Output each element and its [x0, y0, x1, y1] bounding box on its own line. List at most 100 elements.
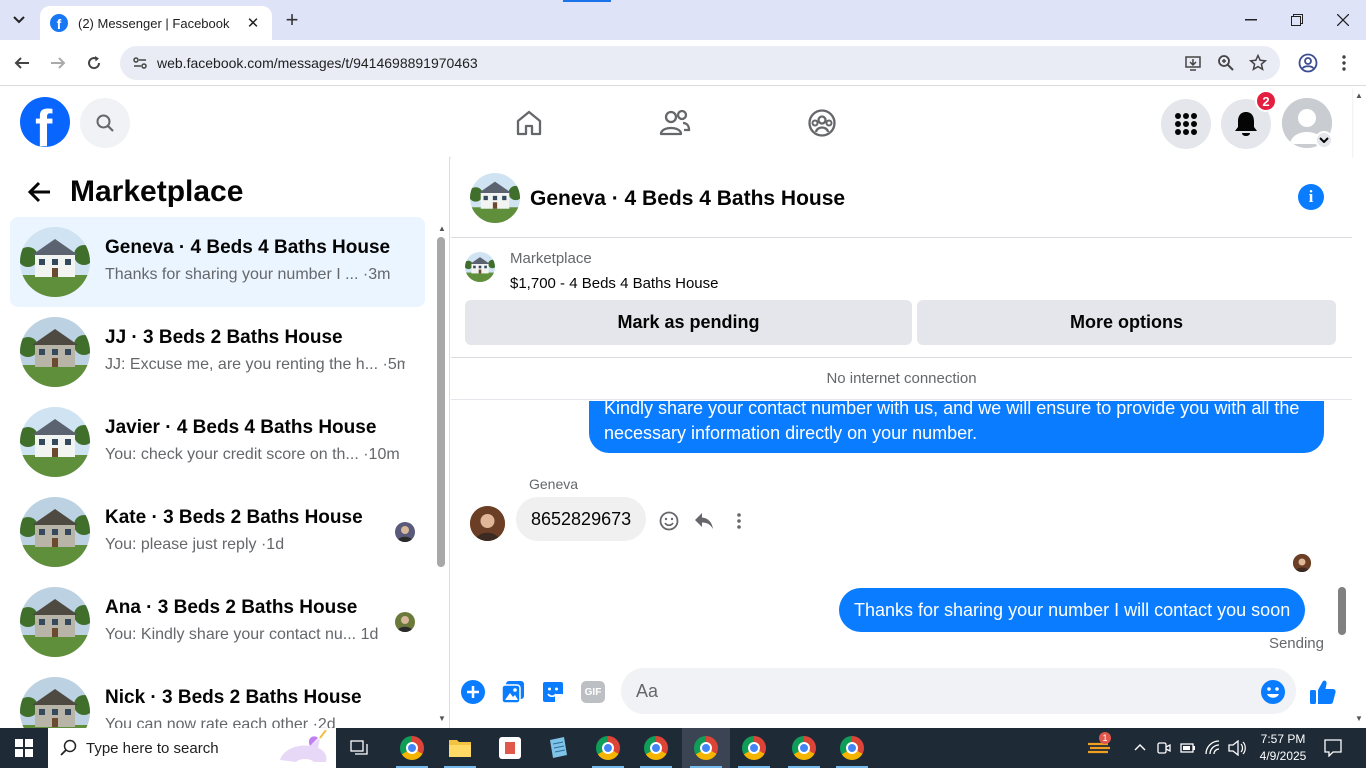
- taskbar-chrome-7[interactable]: [828, 728, 876, 768]
- groups-icon: [808, 109, 836, 137]
- unicorn-icon: [280, 730, 327, 762]
- chrome-icon: [644, 736, 668, 760]
- preview-time: ·1d: [260, 536, 285, 553]
- taskbar-chrome-1[interactable]: [388, 728, 436, 768]
- account-chevron[interactable]: [1315, 131, 1333, 149]
- taskbar-chrome-6[interactable]: [780, 728, 828, 768]
- battery-icon[interactable]: [1180, 741, 1196, 755]
- page-scroll-down-arrow[interactable]: ▼: [1354, 713, 1364, 723]
- taskbar-app-red[interactable]: [486, 728, 534, 768]
- tab-drag-indicator: [563, 0, 611, 2]
- facebook-logo[interactable]: f: [20, 97, 70, 147]
- message-thread: Kindly share your contact number with us…: [451, 401, 1352, 663]
- tab-search-button[interactable]: [6, 8, 32, 32]
- outgoing-message[interactable]: Thanks for sharing your number I will co…: [839, 588, 1306, 632]
- forward-button[interactable]: [46, 51, 70, 75]
- chat-info-button[interactable]: i: [1298, 184, 1324, 210]
- volume-icon[interactable]: [1228, 740, 1246, 756]
- sender-avatar[interactable]: [470, 506, 505, 541]
- house-photo-icon: [20, 317, 90, 387]
- taskbar-file-explorer[interactable]: [436, 728, 484, 768]
- conversation-preview: You: Kindly share your contact nu... 1d: [105, 626, 405, 644]
- message-more-button[interactable]: [727, 509, 751, 533]
- search-icon: [60, 739, 77, 756]
- menu-grid-button[interactable]: [1161, 99, 1211, 149]
- chat-header: Geneva · 4 Beds 4 Baths House i: [451, 157, 1352, 238]
- home-nav-button[interactable]: [511, 105, 547, 141]
- conversation-item[interactable]: JJ · 3 Beds 2 Baths House JJ: Excuse me, …: [10, 307, 425, 397]
- arrow-left-icon: [28, 181, 50, 203]
- emoji-button[interactable]: [1260, 679, 1286, 705]
- notification-center-icon[interactable]: [1324, 739, 1342, 757]
- message-input[interactable]: [621, 668, 1296, 714]
- chevron-up-icon[interactable]: [1134, 743, 1146, 751]
- reload-button[interactable]: [82, 51, 106, 75]
- install-app-icon[interactable]: [1185, 54, 1203, 72]
- address-bar[interactable]: web.facebook.com/messages/t/941469889197…: [120, 46, 1280, 80]
- new-tab-button[interactable]: +: [281, 7, 303, 32]
- facebook-search-button[interactable]: [80, 98, 130, 148]
- person-photo-icon: [395, 612, 415, 632]
- send-like-button[interactable]: [1309, 678, 1337, 706]
- conversation-item[interactable]: Nick · 3 Beds 2 Baths House You can now r…: [10, 667, 425, 728]
- minimize-button[interactable]: [1228, 0, 1274, 40]
- back-button[interactable]: [10, 51, 34, 75]
- star-icon[interactable]: [1249, 54, 1267, 72]
- taskbar-search-box[interactable]: Type here to search: [48, 728, 336, 768]
- chat-avatar[interactable]: [470, 173, 520, 223]
- taskbar-chrome-2[interactable]: [584, 728, 632, 768]
- system-tray: 1: [1082, 728, 1366, 768]
- tab-close-button[interactable]: ✕: [244, 14, 262, 32]
- task-view-button[interactable]: [336, 728, 384, 768]
- conversation-item[interactable]: Javier · 4 Beds 4 Baths House You: check …: [10, 397, 425, 487]
- more-options-button[interactable]: More options: [917, 300, 1336, 345]
- conversation-item[interactable]: Ana · 3 Beds 2 Baths House You: Kindly sh…: [10, 577, 425, 667]
- conversation-item[interactable]: Geneva · 4 Beds 4 Baths House Thanks for …: [10, 217, 425, 307]
- conversation-list-scrollbar[interactable]: [437, 237, 445, 567]
- weather-badge: 1: [1099, 732, 1111, 744]
- groups-nav-button[interactable]: [804, 105, 840, 141]
- logo-letter: f: [35, 100, 53, 147]
- preview-time: ·2d: [312, 716, 336, 728]
- wifi-icon[interactable]: [1205, 740, 1221, 756]
- start-button[interactable]: [0, 728, 48, 768]
- incoming-message[interactable]: 8652829673: [516, 497, 647, 541]
- outgoing-message[interactable]: Kindly share your contact number with us…: [589, 401, 1324, 453]
- taskbar-chrome-5[interactable]: [730, 728, 778, 768]
- restore-button[interactable]: [1274, 0, 1320, 40]
- taskbar-chrome-4[interactable]: [682, 728, 730, 768]
- window-close-button[interactable]: [1320, 0, 1366, 40]
- meet-now-icon[interactable]: [1157, 740, 1171, 756]
- conversation-item[interactable]: Kate · 3 Beds 2 Baths House You: please j…: [10, 487, 425, 577]
- preview-text: You: check your credit score on th...: [105, 446, 359, 463]
- bell-icon: [1235, 112, 1257, 136]
- more-actions-button[interactable]: [460, 679, 486, 705]
- sticker-button[interactable]: [540, 679, 566, 705]
- listing-title[interactable]: $1,700 - 4 Beds 4 Baths House: [510, 275, 718, 292]
- site-info-icon[interactable]: [132, 55, 148, 71]
- taskbar-clock[interactable]: 7:57 PM 4/9/2025: [1258, 731, 1308, 765]
- person-photo-icon: [1293, 554, 1311, 572]
- browser-menu-button[interactable]: [1332, 51, 1356, 75]
- zoom-icon[interactable]: [1217, 54, 1235, 72]
- taskbar-app-blue[interactable]: [534, 728, 582, 768]
- friends-icon: [659, 109, 691, 136]
- message-thread-scrollbar[interactable]: [1338, 587, 1346, 635]
- profile-button[interactable]: [1296, 51, 1320, 75]
- house-photo-icon: [20, 587, 90, 657]
- scroll-up-arrow[interactable]: ▲: [437, 223, 447, 233]
- chat-title[interactable]: Geneva · 4 Beds 4 Baths House: [530, 187, 845, 211]
- browser-tab[interactable]: f (2) Messenger | Facebook ✕: [40, 6, 272, 40]
- page-scroll-up-arrow[interactable]: ▲: [1354, 90, 1364, 100]
- attach-photo-button[interactable]: [500, 679, 526, 705]
- gif-button[interactable]: GIF: [580, 679, 606, 705]
- sidebar-back-button[interactable]: [20, 172, 60, 212]
- weather-widget[interactable]: 1: [1086, 732, 1112, 760]
- taskbar-chrome-3[interactable]: [632, 728, 680, 768]
- mark-as-pending-button[interactable]: Mark as pending: [465, 300, 912, 345]
- react-button[interactable]: [657, 509, 681, 533]
- scroll-down-arrow[interactable]: ▼: [437, 713, 447, 723]
- listing-thumbnail[interactable]: [465, 252, 495, 282]
- reply-button[interactable]: [692, 509, 716, 533]
- friends-nav-button[interactable]: [657, 105, 693, 141]
